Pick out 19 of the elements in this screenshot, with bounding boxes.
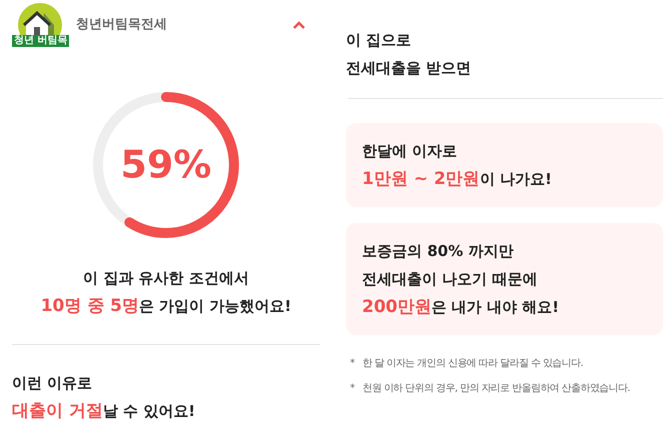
reason-line: 대출이 거절날 수 있어요! (12, 400, 196, 423)
info-line: 전세대출이 나오기 때문에 (362, 269, 538, 290)
gauge-percent: 59% (120, 142, 212, 188)
info-line: 한달에 이자로 (362, 141, 458, 162)
result-line: 이 집과 유사한 조건에서 (82, 268, 250, 289)
collapse-caret-icon[interactable] (292, 20, 306, 30)
product-title: 청년버팀목전세 (76, 16, 167, 34)
info-line: 1만원 ~ 2만원이 나가요! (362, 168, 553, 191)
footnote-mark: * (350, 382, 354, 396)
info-line: 200만원은 내가 내야 해요! (362, 296, 560, 319)
summary-line: 전세대출을 받으면 (346, 58, 472, 79)
footnote-text: 천원 이하 단위의 경우, 만의 자리로 반올림하여 산출하였습니다. (362, 382, 630, 396)
logo-label: 청년 버팀목 (12, 35, 70, 47)
footnote-text: 한 달 이자는 개인의 신용에 따라 달라질 수 있습니다. (362, 357, 584, 371)
reason-line: 이런 이유로 (12, 373, 94, 394)
info-line: 보증금의 80% 까지만 (362, 241, 514, 262)
summary-line: 이 집으로 (346, 30, 412, 51)
footnote-mark: * (350, 357, 354, 371)
result-line: 10명 중 5명은 가입이 가능했어요! (40, 295, 292, 318)
